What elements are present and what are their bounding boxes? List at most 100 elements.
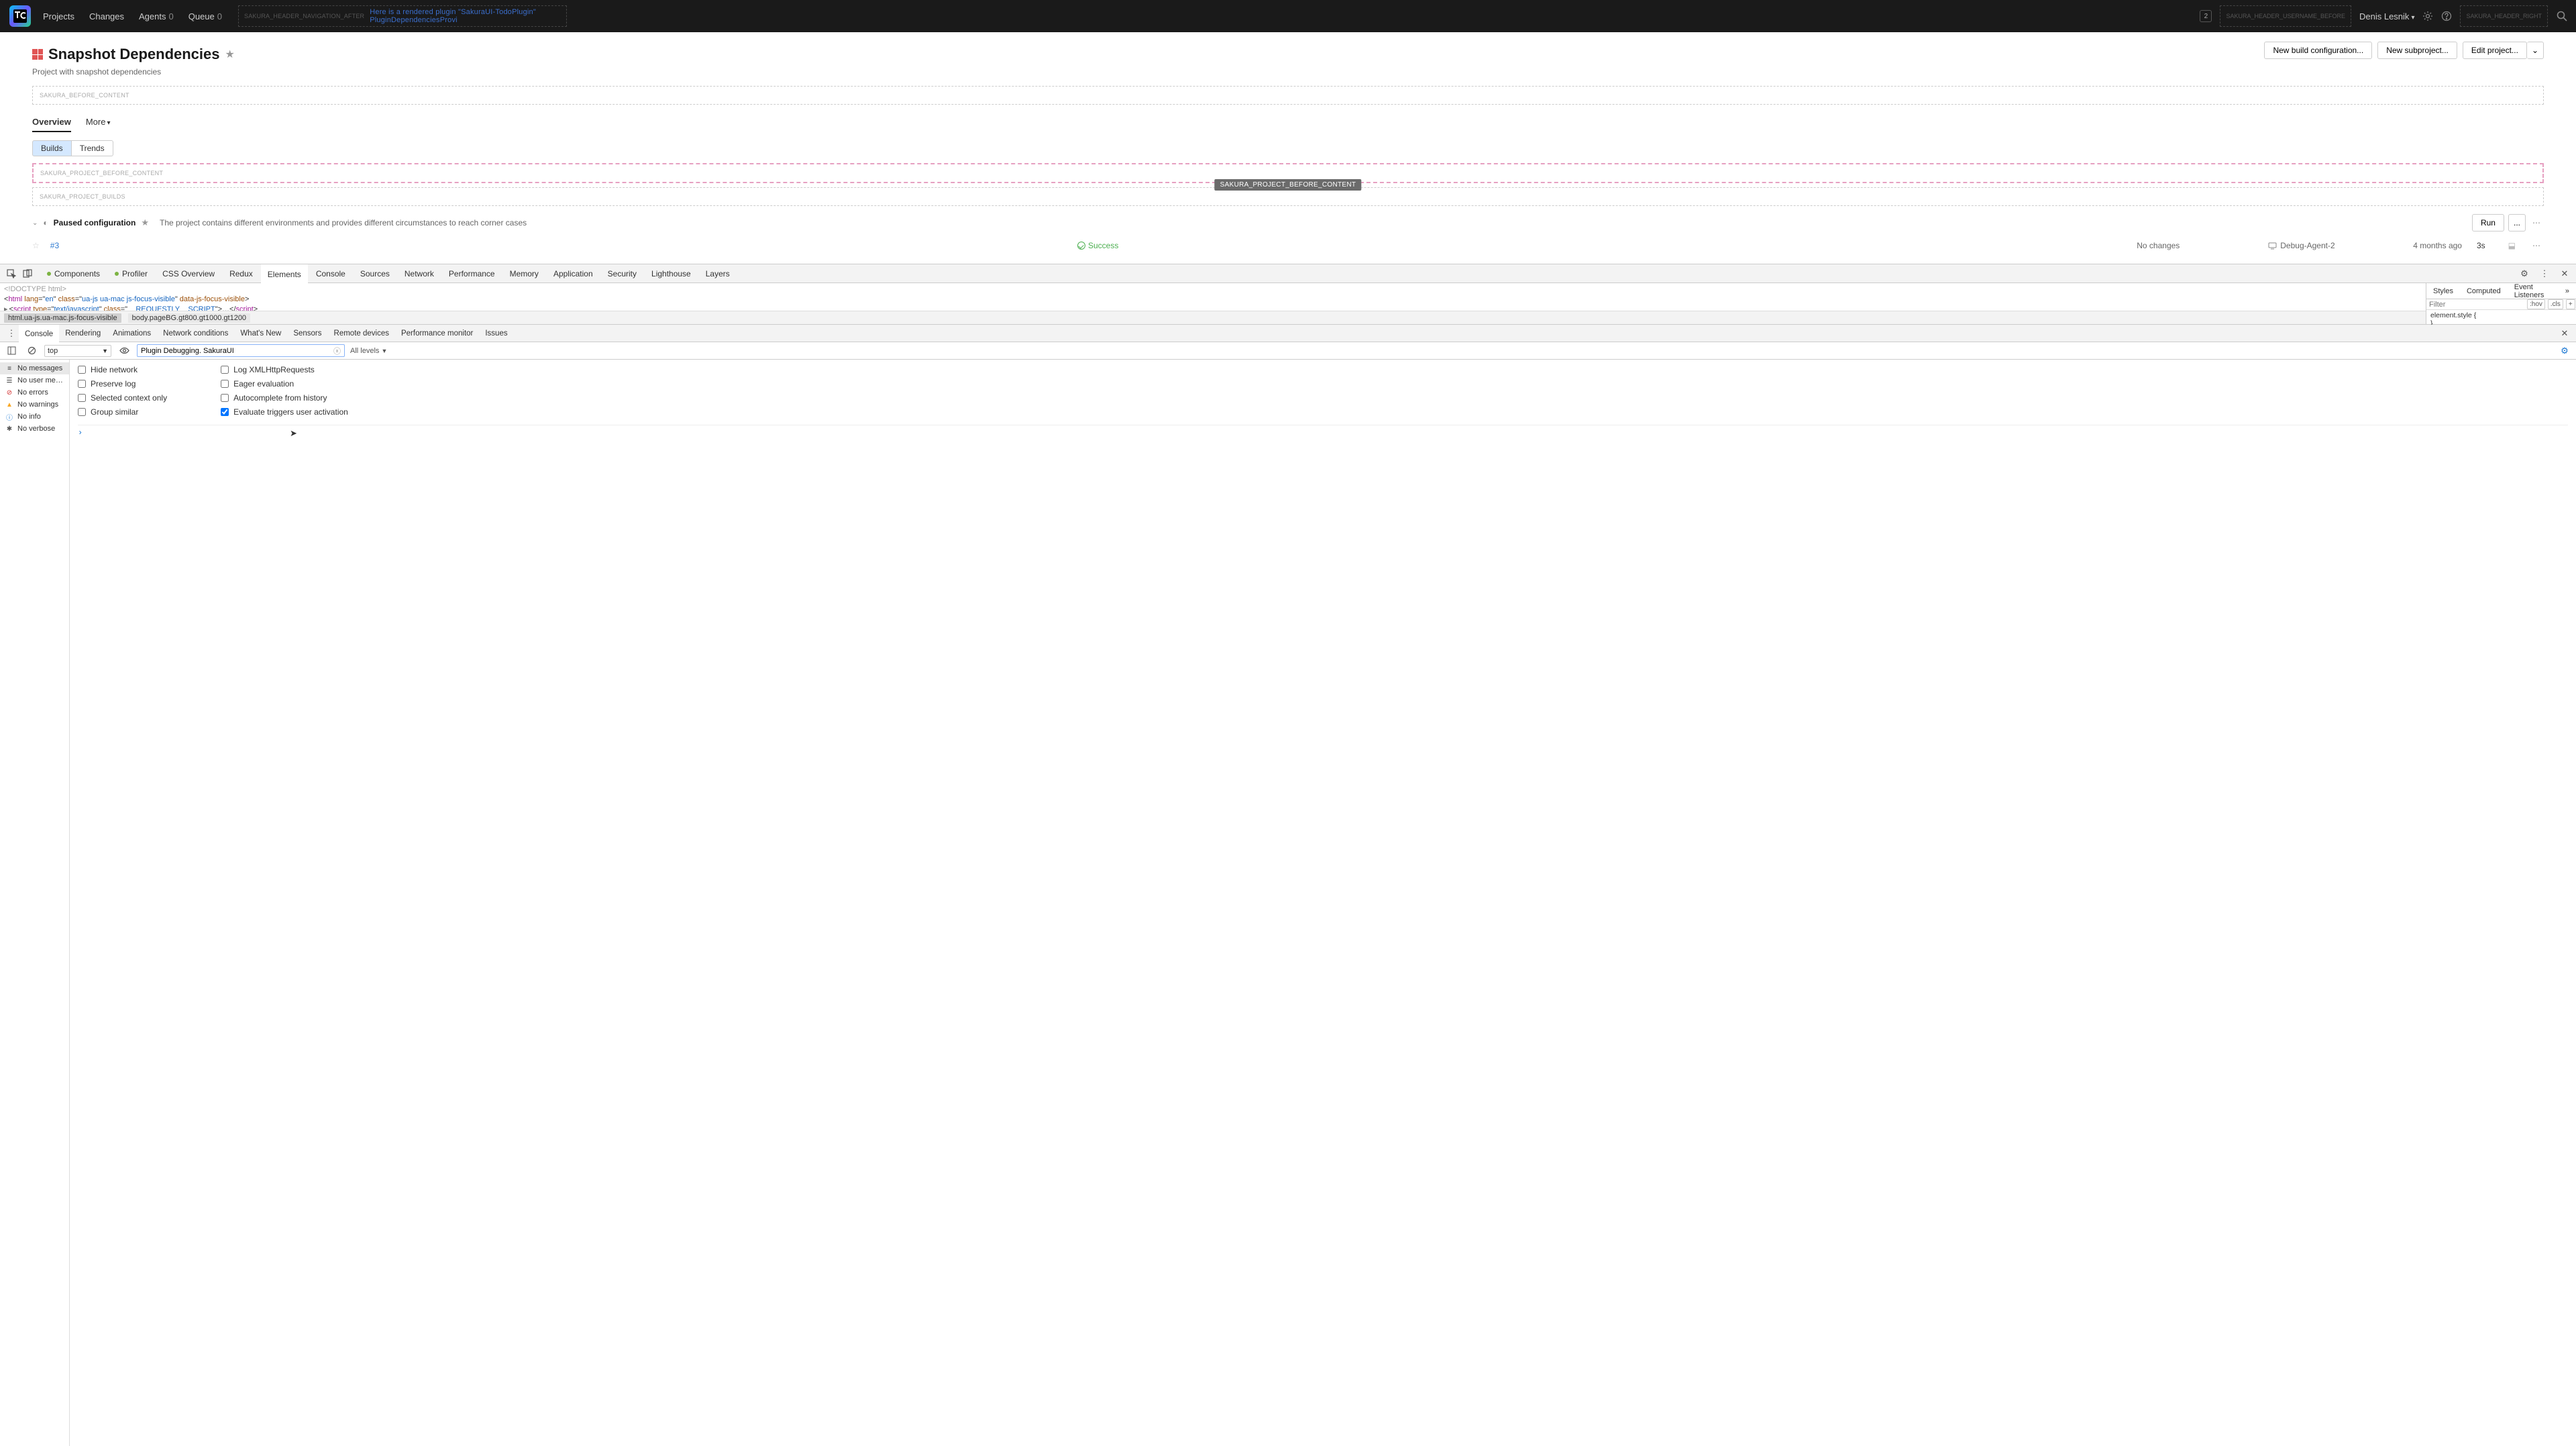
console-setting-eager-evaluation[interactable]: Eager evaluation [221,379,348,389]
devtools-tab-sources[interactable]: Sources [354,264,396,282]
devtools-tab-redux[interactable]: Redux [223,264,260,282]
drawer-tab-what's-new[interactable]: What's New [234,325,287,342]
build-star-icon[interactable]: ☆ [32,241,40,250]
help-icon[interactable] [2441,11,2452,21]
console-clear-icon[interactable] [24,344,39,358]
drawer-tab-network-conditions[interactable]: Network conditions [157,325,234,342]
console-setting-log-xmlhttprequests[interactable]: Log XMLHttpRequests [221,365,348,374]
devtools-tab-elements[interactable]: Elements [261,264,308,282]
nav-projects[interactable]: Projects [43,11,74,21]
checkbox[interactable] [78,408,86,416]
new-build-config-button[interactable]: New build configuration... [2264,42,2372,59]
console-setting-hide-network[interactable]: Hide network [78,365,167,374]
nav-queue[interactable]: Queue0 [189,11,222,21]
devtools-tab-css-overview[interactable]: CSS Overview [156,264,221,282]
drawer-tab-remote-devices[interactable]: Remote devices [328,325,395,342]
console-sidebar-toggle-icon[interactable] [4,344,19,358]
checkbox[interactable] [221,366,229,374]
drawer-menu-icon[interactable]: ⋮ [4,326,19,341]
inspect-element-icon[interactable] [4,266,19,281]
console-sidebar-user[interactable]: ☰No user me… [0,374,69,386]
drawer-tab-rendering[interactable]: Rendering [59,325,107,342]
console-filter-input[interactable] [141,347,333,355]
console-settings-icon[interactable]: ⚙ [2557,344,2572,358]
console-setting-group-similar[interactable]: Group similar [78,407,167,417]
breadcrumb-item[interactable]: body.pageBG.gt800.gt1000.gt1200 [128,313,250,323]
search-icon[interactable] [2556,10,2568,22]
checkbox[interactable] [78,366,86,374]
devtools-tab-network[interactable]: Network [398,264,441,282]
config-overflow-icon[interactable]: ⋯ [2530,218,2544,227]
tab-overview[interactable]: Overview [32,117,71,132]
live-expression-icon[interactable] [117,344,131,358]
checkbox[interactable] [78,394,86,402]
devtools-tab-security[interactable]: Security [601,264,643,282]
devtools-close-icon[interactable]: ✕ [2557,266,2572,281]
build-overflow-icon[interactable]: ⋯ [2530,241,2544,250]
config-more-button[interactable]: ... [2508,214,2526,231]
console-levels-selector[interactable]: All levels ▼ [350,347,387,355]
console-sidebar-info[interactable]: ⓘNo info [0,411,69,423]
styles-tab-event-listeners[interactable]: Event Listeners [2508,283,2559,299]
devtools-menu-icon[interactable]: ⋮ [2537,266,2552,281]
devtools-tab-profiler[interactable]: Profiler [108,264,154,282]
styles-tabs-more-icon[interactable]: » [2559,283,2576,299]
dom-html[interactable]: <html lang="en" class="ua-js ua-mac js-f… [4,295,2422,305]
edit-project-button[interactable]: Edit project... [2463,42,2527,59]
teamcity-logo[interactable] [8,4,32,28]
build-number[interactable]: #3 [50,241,59,250]
console-prompt[interactable]: › [78,425,2568,437]
config-star-icon[interactable]: ★ [141,217,149,228]
subtab-builds[interactable]: Builds [32,140,72,156]
new-subproject-button[interactable]: New subproject... [2377,42,2457,59]
console-setting-autocomplete-from-history[interactable]: Autocomplete from history [221,393,348,403]
nav-agents[interactable]: Agents0 [139,11,174,21]
styles-filter-input[interactable] [2429,301,2524,309]
devtools-tab-performance[interactable]: Performance [442,264,502,282]
checkbox[interactable] [221,380,229,388]
header-user-menu[interactable]: Denis Lesnik▾ [2359,11,2414,21]
devtools-tab-layers[interactable]: Layers [699,264,737,282]
console-setting-selected-context-only[interactable]: Selected context only [78,393,167,403]
checkbox[interactable] [221,408,229,416]
checkbox[interactable] [221,394,229,402]
styles-hov-toggle[interactable]: :hov [2527,299,2545,309]
header-notification-badge[interactable]: 2 [2200,10,2212,22]
checkbox[interactable] [78,380,86,388]
favorite-star-icon[interactable]: ★ [225,48,235,61]
clear-filter-icon[interactable]: ⓧ [333,346,341,356]
drawer-tab-animations[interactable]: Animations [107,325,157,342]
config-name[interactable]: Paused configuration [54,218,136,227]
drawer-tab-console[interactable]: Console [19,325,59,342]
devtools-tab-lighthouse[interactable]: Lighthouse [645,264,698,282]
device-toolbar-icon[interactable] [20,266,35,281]
drawer-tab-issues[interactable]: Issues [479,325,513,342]
console-setting-evaluate-triggers-user-activation[interactable]: Evaluate triggers user activation [221,407,348,417]
subtab-trends[interactable]: Trends [72,140,113,156]
drawer-tab-performance-monitor[interactable]: Performance monitor [395,325,479,342]
build-row[interactable]: ☆ #3 Success No changes Debug-Agent-2 4 … [32,238,2544,258]
drawer-close-icon[interactable]: ✕ [2557,326,2572,341]
styles-tab-computed[interactable]: Computed [2460,283,2508,299]
devtools-tab-application[interactable]: Application [547,264,600,282]
styles-cls-toggle[interactable]: .cls [2548,299,2563,309]
tab-more[interactable]: More▾ [86,117,111,132]
devtools-settings-icon[interactable]: ⚙ [2517,266,2532,281]
devtools-tab-components[interactable]: Components [40,264,107,282]
expand-icon[interactable]: ⌄ [32,219,38,227]
build-graph-icon[interactable]: ⬓ [2506,241,2519,250]
breadcrumb-item[interactable]: html.ua-js.ua-mac.js-focus-visible [4,313,121,323]
console-sidebar-err[interactable]: ⊘No errors [0,386,69,399]
styles-tab-styles[interactable]: Styles [2426,283,2460,299]
edit-project-dropdown[interactable]: ⌄ [2527,42,2544,59]
build-agent[interactable]: Debug-Agent-2 [2268,241,2402,250]
console-sidebar-msg[interactable]: ≡No messages [0,362,69,374]
styles-add-rule-icon[interactable]: + [2566,299,2575,309]
nav-changes[interactable]: Changes [89,11,124,21]
drawer-tab-sensors[interactable]: Sensors [287,325,327,342]
console-context-selector[interactable]: top▼ [44,345,111,357]
console-setting-preserve-log[interactable]: Preserve log [78,379,167,389]
admin-gear-icon[interactable] [2422,11,2433,21]
console-sidebar-bug[interactable]: ✱No verbose [0,423,69,435]
run-button[interactable]: Run [2472,214,2504,231]
